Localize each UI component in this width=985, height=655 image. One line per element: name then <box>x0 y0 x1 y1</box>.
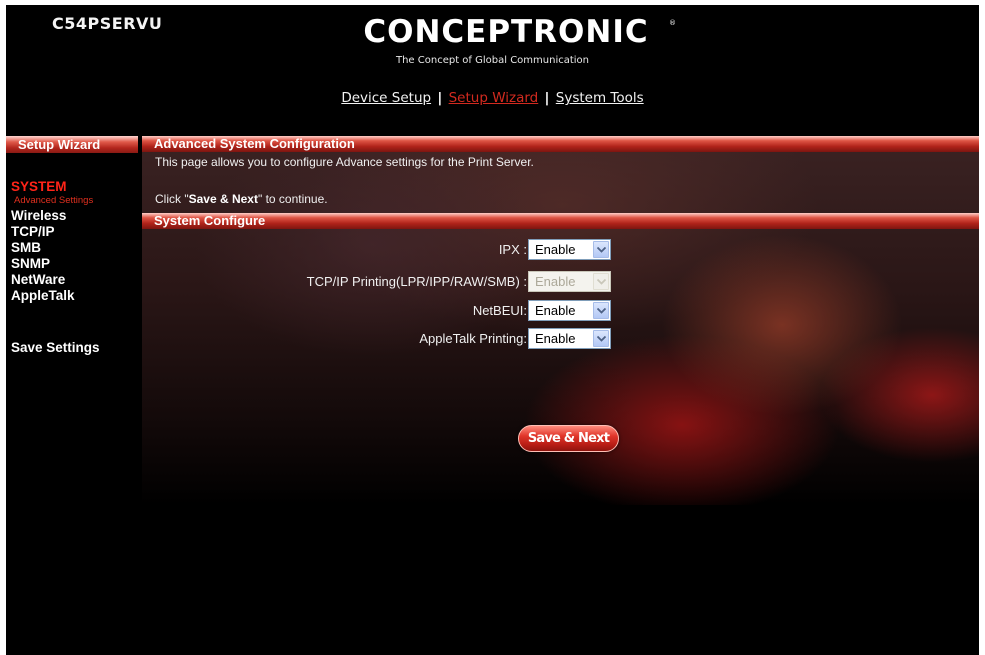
brand-logo-text: CONCEPTRONIC <box>363 14 648 49</box>
tcpip-printing-label: TCP/IP Printing(LPR/IPP/RAW/SMB) : <box>306 274 527 289</box>
netbeui-select[interactable]: Enable <box>528 300 611 321</box>
sidebar-item-tcpip[interactable]: TCP/IP <box>11 224 55 239</box>
header: C54PSERVU CONCEPTRONIC ® The Concept of … <box>6 5 979 133</box>
instruction-bold: Save & Next <box>188 192 258 206</box>
sidebar: Setup Wizard SYSTEM Advanced Settings Wi… <box>6 133 138 533</box>
ipx-select[interactable]: Enable <box>528 239 611 260</box>
appletalk-printing-select[interactable]: Enable <box>528 328 611 349</box>
ipx-label: IPX : <box>498 242 527 257</box>
conceptronic-logo: CONCEPTRONIC ® <box>363 14 676 49</box>
page-description: This page allows you to configure Advanc… <box>155 155 534 169</box>
tcpip-printing-select: Enable <box>528 271 611 292</box>
page-frame: C54PSERVU CONCEPTRONIC ® The Concept of … <box>6 5 979 655</box>
chevron-down-icon[interactable] <box>593 302 609 319</box>
sidebar-item-wireless[interactable]: Wireless <box>11 208 66 223</box>
chevron-down-icon[interactable] <box>593 330 609 347</box>
svg-text:®: ® <box>669 19 676 27</box>
chevron-down-icon <box>593 273 609 290</box>
sidebar-item-advanced-settings[interactable]: Advanced Settings <box>14 195 93 206</box>
tcpip-printing-select-value: Enable <box>535 274 576 289</box>
nav-separator: | <box>544 90 550 106</box>
appletalk-printing-select-value: Enable <box>535 331 576 346</box>
save-next-button[interactable]: Save & Next <box>518 425 619 452</box>
sidebar-item-appletalk[interactable]: AppleTalk <box>11 288 75 303</box>
sidebar-item-system[interactable]: SYSTEM <box>11 179 67 194</box>
chevron-down-icon[interactable] <box>593 241 609 258</box>
appletalk-printing-label: AppleTalk Printing: <box>419 331 527 346</box>
tagline: The Concept of Global Communication <box>395 55 590 66</box>
nav-system-tools[interactable]: System Tools <box>556 90 644 106</box>
instruction-prefix: Click " <box>155 192 189 206</box>
sidebar-item-smb[interactable]: SMB <box>11 240 41 255</box>
top-navigation: Device Setup | Setup Wizard | System Too… <box>6 90 979 106</box>
nav-setup-wizard[interactable]: Setup Wizard <box>449 90 539 106</box>
netbeui-select-value: Enable <box>535 303 576 318</box>
netbeui-label: NetBEUI: <box>472 303 527 318</box>
sidebar-item-netware[interactable]: NetWare <box>11 272 65 287</box>
config-title-bar: System Configure <box>142 213 979 229</box>
ipx-select-value: Enable <box>535 242 576 257</box>
sidebar-item-snmp[interactable]: SNMP <box>11 256 50 271</box>
sidebar-item-save-settings[interactable]: Save Settings <box>11 340 100 355</box>
nav-device-setup[interactable]: Device Setup <box>341 90 431 106</box>
instruction-suffix: " to continue. <box>257 192 328 206</box>
nav-separator: | <box>437 90 443 106</box>
section-title-bar: Advanced System Configuration <box>142 136 979 152</box>
model-name: C54PSERVU <box>52 14 163 33</box>
sidebar-title: Setup Wizard <box>6 136 138 153</box>
instruction-text: Click "Save & Next" to continue. <box>155 192 328 206</box>
